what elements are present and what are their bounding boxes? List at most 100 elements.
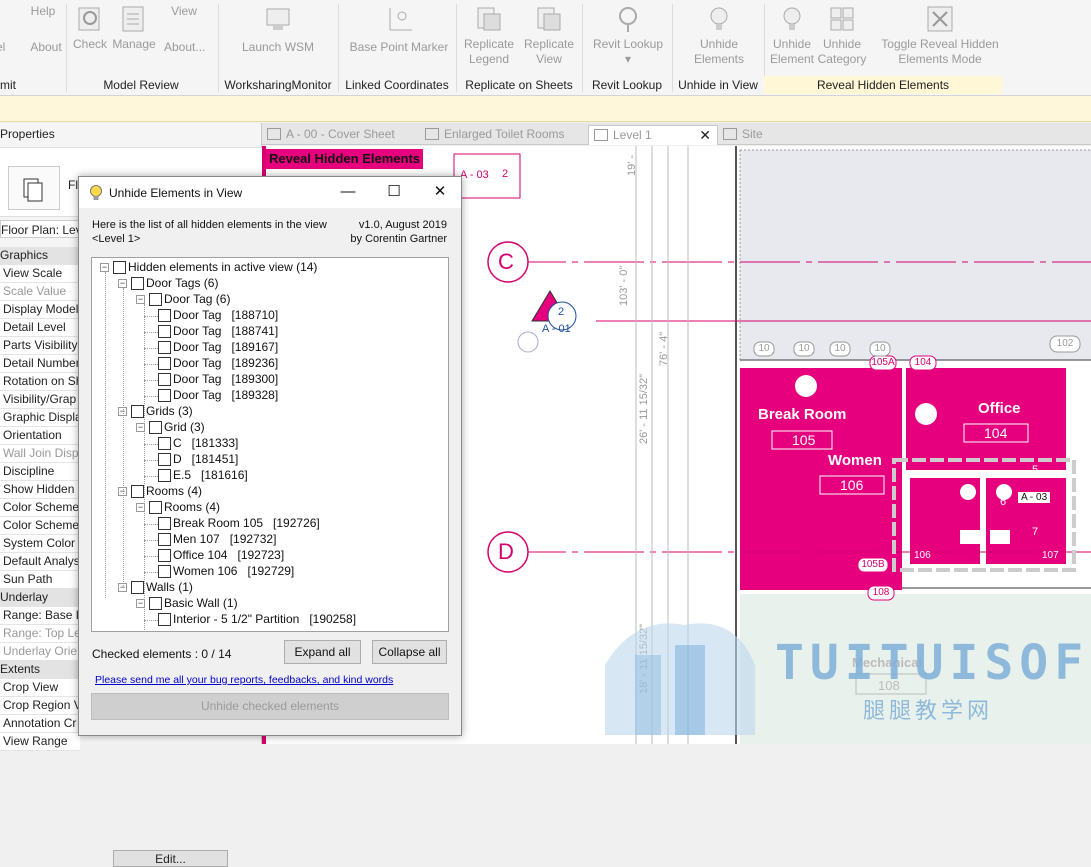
view-instance-selector[interactable]: Floor Plan: Leve xyxy=(0,220,80,238)
unhide-category-button[interactable]: Unhide Category xyxy=(816,4,868,67)
tree-leaf-item[interactable]: Door Tag [189328] xyxy=(158,388,278,404)
property-row[interactable]: Orientation xyxy=(0,427,80,445)
checkbox[interactable] xyxy=(158,549,171,562)
property-row[interactable]: Parts Visibility xyxy=(0,337,80,355)
bug-report-link[interactable]: Please send me all your bug reports, fee… xyxy=(95,674,393,686)
tree-group-item[interactable]: −Rooms (4) xyxy=(118,484,202,500)
checkbox[interactable] xyxy=(158,389,171,402)
property-row[interactable]: Visibility/Grap xyxy=(0,391,80,409)
property-row[interactable]: Detail Number xyxy=(0,355,80,373)
property-row[interactable]: Range: Top Le xyxy=(0,625,80,643)
property-row[interactable]: Sun Path xyxy=(0,571,80,589)
checkbox[interactable] xyxy=(158,325,171,338)
property-row[interactable]: Show Hidden xyxy=(0,481,80,499)
tree-group-item[interactable]: −Grid (3) xyxy=(136,420,205,436)
tree-leaf-item[interactable]: Office 104 [192723] xyxy=(158,548,284,564)
maximize-button[interactable]: ☐ xyxy=(371,180,417,206)
tree-leaf-item[interactable]: E.5 [181616] xyxy=(158,468,248,484)
revit-lookup-button[interactable]: Revit Lookup ▾ xyxy=(588,4,668,67)
checkbox[interactable] xyxy=(131,405,144,418)
unhide-elements-button[interactable]: Unhide Elements xyxy=(690,4,748,67)
property-row[interactable]: View Scale xyxy=(0,265,80,283)
property-row[interactable]: Underlay Orie xyxy=(0,643,80,661)
tree-leaf-item[interactable]: D [181451] xyxy=(158,452,238,468)
collapse-all-button[interactable]: Collapse all xyxy=(372,640,447,664)
dialog-titlebar[interactable]: Unhide Elements in View — ☐ ✕ xyxy=(79,177,461,208)
checkbox[interactable] xyxy=(113,261,126,274)
checkbox[interactable] xyxy=(131,277,144,290)
checkbox[interactable] xyxy=(158,469,171,482)
property-row[interactable]: Annotation Cr xyxy=(0,715,80,733)
tree-leaf-item[interactable]: Door Tag [188710] xyxy=(158,308,278,324)
property-row[interactable]: Crop View xyxy=(0,679,80,697)
view-about-button[interactable]: About... xyxy=(164,40,216,55)
property-row[interactable]: Graphic Displa xyxy=(0,409,80,427)
checkbox[interactable] xyxy=(149,293,162,306)
tab-cover-sheet[interactable]: A - 00 - Cover Sheet xyxy=(262,125,420,145)
property-row[interactable]: Discipline xyxy=(0,463,80,481)
property-group-header[interactable]: Extents xyxy=(0,661,80,679)
checkbox[interactable] xyxy=(131,485,144,498)
check-button[interactable]: Check xyxy=(70,4,110,52)
collapse-toggle-icon[interactable]: − xyxy=(136,295,145,304)
checkbox[interactable] xyxy=(158,517,171,530)
hidden-elements-tree[interactable]: −Hidden elements in active view (14)−Doo… xyxy=(91,257,449,632)
tree-group-item[interactable]: −Grids (3) xyxy=(118,404,193,420)
replicate-view-button[interactable]: Replicate View xyxy=(520,4,578,67)
unhide-element-button[interactable]: Unhide Element xyxy=(768,4,816,67)
checkbox[interactable] xyxy=(158,613,171,626)
checkbox[interactable] xyxy=(158,357,171,370)
property-row[interactable]: Range: Base Le xyxy=(0,607,80,625)
checkbox[interactable] xyxy=(149,597,162,610)
tree-leaf-item[interactable]: C [181333] xyxy=(158,436,238,452)
close-icon[interactable]: ✕ xyxy=(699,126,711,144)
property-row[interactable]: Color Scheme xyxy=(0,499,80,517)
checkbox[interactable] xyxy=(149,501,162,514)
tree-group-item[interactable]: −Door Tag (6) xyxy=(136,292,230,308)
help-button[interactable]: Help xyxy=(28,4,58,19)
property-row[interactable]: Rotation on Sh xyxy=(0,373,80,391)
checkbox[interactable] xyxy=(149,421,162,434)
checkbox[interactable] xyxy=(158,533,171,546)
property-group-header[interactable]: Graphics xyxy=(0,247,80,265)
tree-leaf-item[interactable]: Interior - 5 1/2" Partition [190258] xyxy=(158,612,356,628)
about-button[interactable]: About xyxy=(28,40,64,55)
property-row[interactable]: View Range xyxy=(0,733,80,751)
checkbox[interactable] xyxy=(158,565,171,578)
property-row[interactable]: Color Scheme xyxy=(0,517,80,535)
tree-leaf-item[interactable]: Door Tag [189167] xyxy=(158,340,278,356)
close-button[interactable]: ✕ xyxy=(417,180,463,206)
tree-leaf-item[interactable]: Door Tag [189236] xyxy=(158,356,278,372)
view-button[interactable]: View xyxy=(164,4,204,19)
unhide-checked-button[interactable]: Unhide checked elements xyxy=(91,693,449,720)
checkbox[interactable] xyxy=(158,309,171,322)
property-row[interactable]: Wall Join Disp xyxy=(0,445,80,463)
edit-view-range-button[interactable]: Edit... xyxy=(113,850,228,867)
checkbox[interactable] xyxy=(158,373,171,386)
collapse-toggle-icon[interactable]: − xyxy=(100,263,109,272)
property-group-header[interactable]: Underlay xyxy=(0,589,80,607)
manage-button[interactable]: Manage xyxy=(110,4,158,52)
tab-site[interactable]: Site xyxy=(718,125,818,145)
collapse-toggle-icon[interactable]: − xyxy=(118,279,127,288)
toggle-reveal-button[interactable]: Toggle Reveal Hidden Elements Mode xyxy=(878,4,1002,67)
property-row[interactable]: System Color S xyxy=(0,535,80,553)
replicate-legend-button[interactable]: Replicate Legend xyxy=(462,4,516,67)
tree-group-item[interactable]: −Basic Wall (1) xyxy=(136,596,238,612)
checkbox[interactable] xyxy=(158,437,171,450)
tab-enlarged-toilet-rooms[interactable]: Enlarged Toilet Rooms xyxy=(420,125,588,145)
property-row[interactable]: Crop Region V xyxy=(0,697,80,715)
tree-group-item[interactable]: −Hidden elements in active view (14) xyxy=(100,260,317,276)
ribbon-el-button[interactable]: el xyxy=(0,40,5,55)
checkbox[interactable] xyxy=(131,581,144,594)
property-row[interactable]: Default Analys xyxy=(0,553,80,571)
tree-group-item[interactable]: −Walls (1) xyxy=(118,580,193,596)
tree-leaf-item[interactable]: Women 106 [192729] xyxy=(158,564,294,580)
checkbox[interactable] xyxy=(158,453,171,466)
tab-level-1[interactable]: Level 1 ✕ xyxy=(588,125,718,145)
checkbox[interactable] xyxy=(158,341,171,354)
tree-leaf-item[interactable]: Men 107 [192732] xyxy=(158,532,276,548)
tree-group-item[interactable]: −Rooms (4) xyxy=(136,500,220,516)
expand-all-button[interactable]: Expand all xyxy=(284,640,361,664)
base-point-marker-button[interactable]: Base Point Marker xyxy=(344,4,454,55)
